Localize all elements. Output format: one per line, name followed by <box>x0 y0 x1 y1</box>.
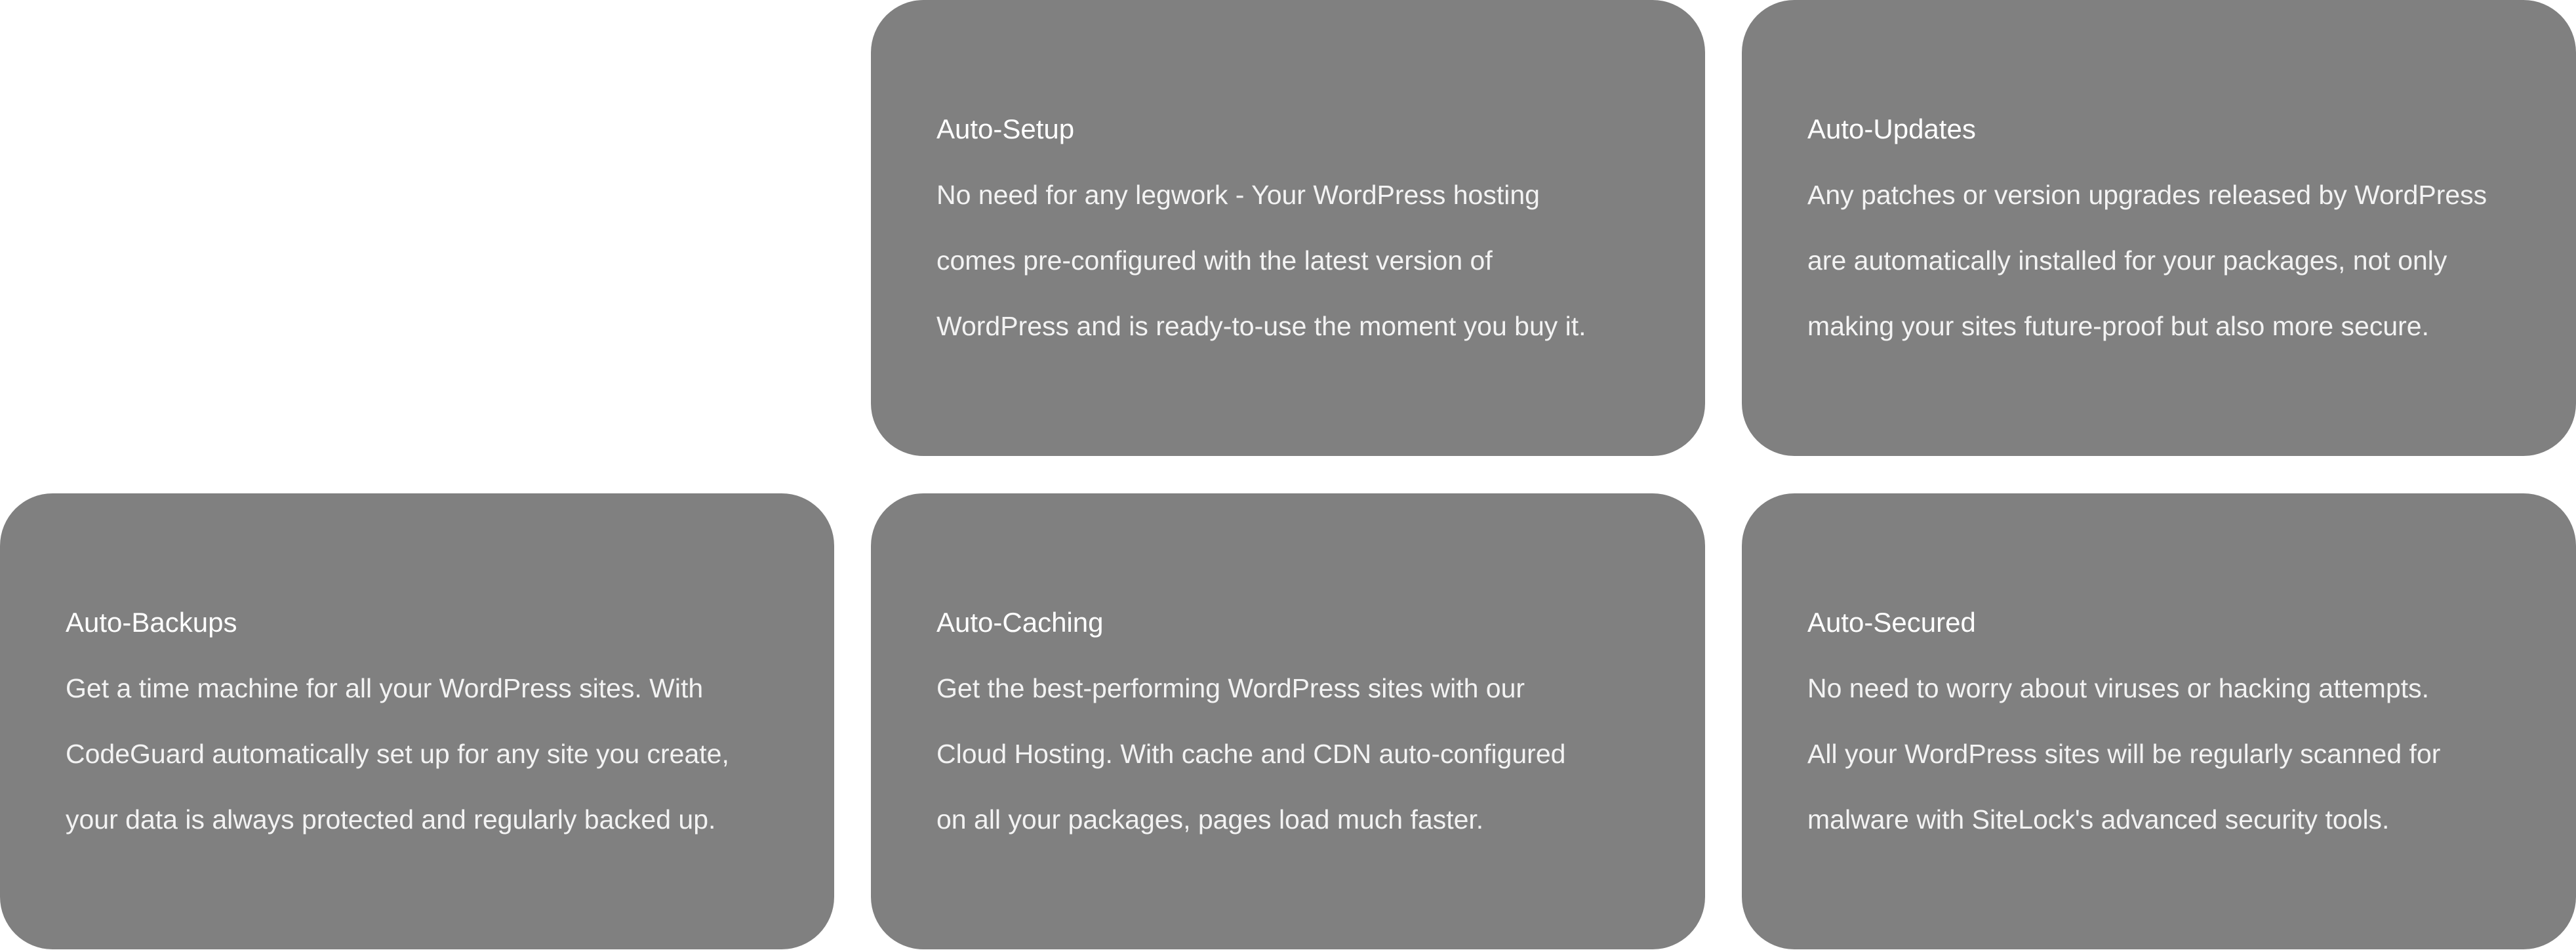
feature-title: Auto-Caching <box>936 607 1104 638</box>
feature-title: Auto-Backups <box>66 607 237 638</box>
feature-description-line: are automatically installed for your pac… <box>1807 245 2447 276</box>
feature-card-auto-backups: Auto-Backups Get a time machine for all … <box>0 493 834 949</box>
feature-card-auto-setup: Auto-Setup No need for any legwork - You… <box>871 0 1705 456</box>
feature-description-line: Get a time machine for all your WordPres… <box>66 673 704 703</box>
feature-description-line: making your sites future-proof but also … <box>1807 311 2429 341</box>
feature-description-line: Get the best-performing WordPress sites … <box>936 673 1525 703</box>
feature-description-line: your data is always protected and regula… <box>66 804 716 835</box>
feature-description-line: All your WordPress sites will be regular… <box>1807 739 2441 769</box>
feature-description-line: WordPress and is ready-to-use the moment… <box>936 311 1586 341</box>
feature-description-line: comes pre-configured with the latest ver… <box>936 245 1493 276</box>
feature-description-line: No need for any legwork - Your WordPress… <box>936 180 1540 210</box>
feature-description-line: on all your packages, pages load much fa… <box>936 804 1484 835</box>
feature-card-auto-secured: Auto-Secured No need to worry about viru… <box>1742 493 2576 949</box>
feature-description-line: Cloud Hosting. With cache and CDN auto-c… <box>936 739 1566 769</box>
feature-description-line: No need to worry about viruses or hackin… <box>1807 673 2430 703</box>
feature-description-line: Any patches or version upgrades released… <box>1807 180 2487 210</box>
feature-description-line: malware with SiteLock's advanced securit… <box>1807 804 2390 835</box>
feature-card-auto-caching: Auto-Caching Get the best-performing Wor… <box>871 493 1705 949</box>
feature-title: Auto-Setup <box>936 114 1075 144</box>
feature-title: Auto-Secured <box>1807 607 1976 638</box>
feature-card-auto-updates: Auto-Updates Any patches or version upgr… <box>1742 0 2576 456</box>
feature-title: Auto-Updates <box>1807 114 1976 144</box>
feature-description-line: CodeGuard automatically set up for any s… <box>66 739 729 769</box>
